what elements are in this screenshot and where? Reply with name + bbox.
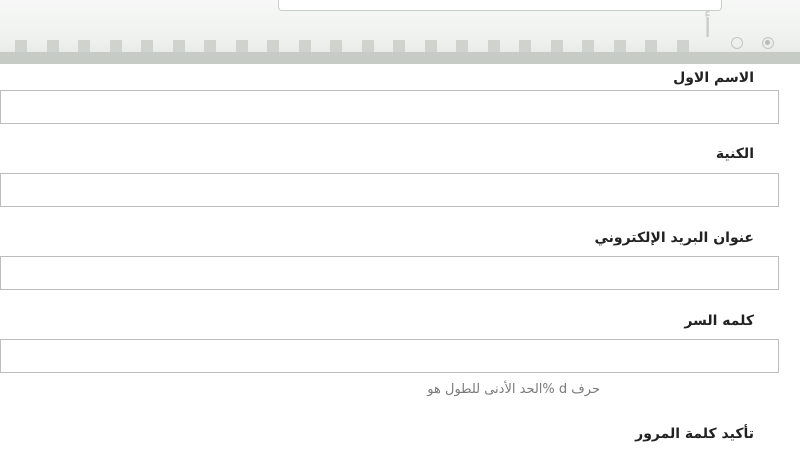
header-dash bbox=[393, 40, 405, 52]
header-dash bbox=[676, 40, 689, 52]
first-name-input[interactable] bbox=[0, 90, 779, 124]
first-name-label: الاسم الاول bbox=[673, 70, 754, 86]
header-dash bbox=[456, 40, 468, 52]
header-dash bbox=[361, 40, 374, 52]
header-dash bbox=[519, 40, 531, 52]
header-dash bbox=[15, 40, 27, 52]
header-dash bbox=[78, 40, 90, 52]
header-dash bbox=[550, 40, 563, 52]
header-dash bbox=[487, 40, 500, 52]
password-input[interactable] bbox=[0, 339, 779, 373]
header-dash bbox=[109, 40, 122, 52]
header-dash bbox=[424, 40, 437, 52]
header-dash bbox=[267, 40, 279, 52]
radio-on-icon[interactable] bbox=[762, 37, 774, 49]
header-dash bbox=[172, 40, 185, 52]
header-dash bbox=[645, 40, 657, 52]
confirm-password-label: تأكيد كلمة المرور bbox=[635, 426, 754, 442]
header-dash bbox=[204, 40, 216, 52]
radio-off-icon[interactable] bbox=[731, 37, 743, 49]
header-dash bbox=[582, 40, 594, 52]
email-label: عنوان البريد الإلكتروني bbox=[594, 230, 754, 246]
password-hint: حرف d %الحد الأدنى للطول هو bbox=[427, 382, 600, 397]
header-dash-row bbox=[0, 40, 720, 52]
header-top-tab bbox=[278, 0, 722, 11]
header-bottom-band bbox=[0, 52, 800, 64]
email-input[interactable] bbox=[0, 256, 779, 290]
last-name-input[interactable] bbox=[0, 173, 779, 207]
header-dash bbox=[235, 40, 248, 52]
last-name-label: الكنية bbox=[715, 146, 754, 162]
header-dash bbox=[46, 40, 59, 52]
header-dash bbox=[613, 40, 626, 52]
header-dash bbox=[298, 40, 311, 52]
header-dash bbox=[330, 40, 342, 52]
password-label: كلمه السر bbox=[684, 313, 754, 329]
header-dash bbox=[141, 40, 153, 52]
site-header: أ bbox=[0, 0, 800, 64]
